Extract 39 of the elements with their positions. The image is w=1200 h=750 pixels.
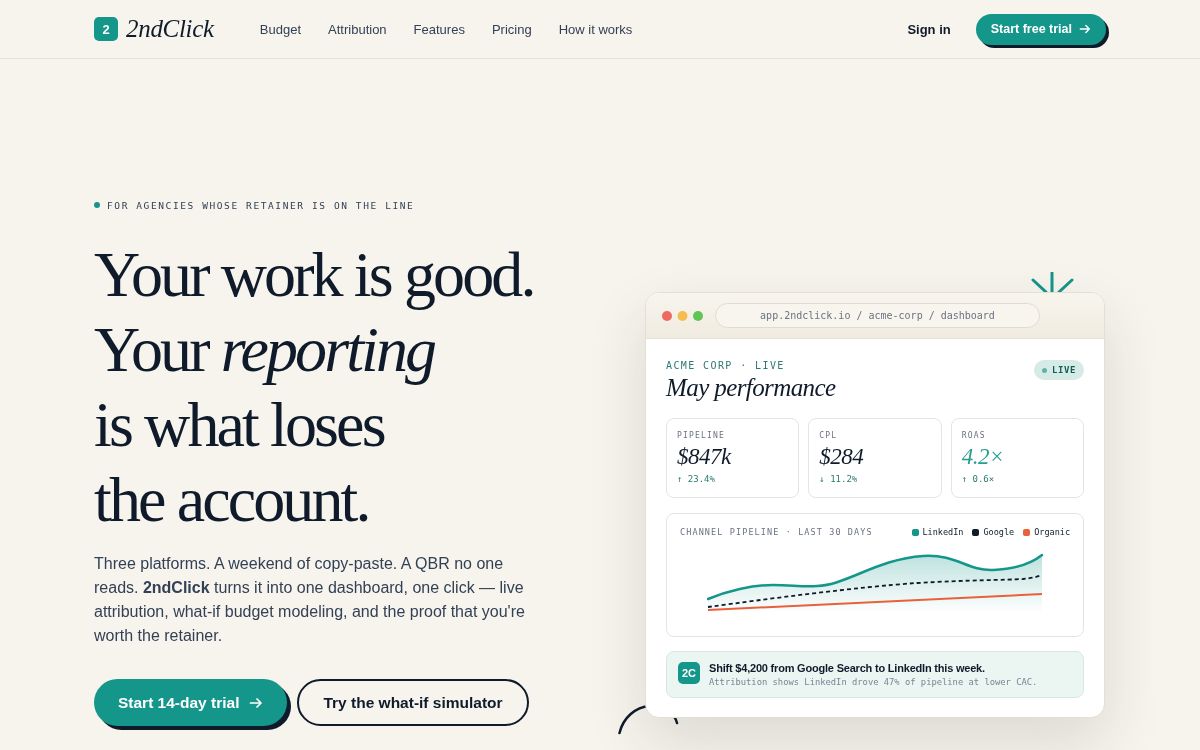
arrow-right-icon [249,695,264,710]
status-dot-icon [1041,367,1047,373]
arrow-right-icon [1079,23,1091,35]
kpi-value: $284 [819,443,864,471]
kpi-value: $847k [677,443,731,471]
hero-headline: Your work is good. Your reporting is what loses the account. [94,238,535,537]
window-controls-icon [662,310,703,321]
sign-in-link[interactable]: Sign in [907,21,951,37]
kpi-delta: ↑ 23.4% [677,474,715,484]
legend-label: LinkedIn [922,527,964,537]
legend-label: Organic [1034,527,1070,537]
kpi-label: PIPELINE [677,431,726,440]
nav-link[interactable]: How it works [558,21,633,37]
kpi-value: 4.2× [961,443,1004,471]
kpi-label: CPL [819,431,838,440]
nav-link[interactable]: Budget [259,21,302,37]
chart-title: CHANNEL PIPELINE · LAST 30 DAYS [680,527,873,537]
dashboard-title: May performance [666,373,836,403]
nav-link[interactable]: Pricing [491,21,532,37]
nav-link[interactable]: Attribution [328,21,387,37]
nav-link[interactable]: Features [413,21,465,37]
status-dot-icon [94,202,100,208]
hero-description: Three platforms. A weekend of copy-paste. A QBR no one reads. 2ndClick turns it into one dashboard, one click — live attribution, what-if budget modeling, and the proof that you're worth the retainer. [94,554,526,646]
insight-text: Attribution shows LinkedIn drove 47% of pipeline at lower CAC. [709,677,1038,687]
legend-label: Google [983,527,1015,537]
live-status-text: LIVE [1051,365,1076,375]
sparkle-icon [1030,272,1075,292]
logo-wordmark[interactable]: 2ndClick [126,15,214,43]
start-trial-button[interactable]: Start free trial [975,13,1106,45]
eyebrow-text: FOR AGENCIES WHOSE RETAINER IS ON THE LINE [107,199,415,211]
simulator-button[interactable]: Try the what-if simulator [297,679,529,726]
kpi-delta: ↑ 0.6× [961,474,995,484]
insight-title: Shift $4,200 from Google Search to LinkedIn this week. [709,662,986,674]
kpi-delta: ↓ 11.2% [819,474,858,484]
brand-badge: 2C [678,662,700,684]
account-label: ACME CORP · LIVE [666,360,786,371]
logo-mark[interactable]: 2 [94,17,118,41]
kpi-label: ROAS [961,431,986,440]
url-field[interactable]: app.2ndclick.io / acme-corp / dashboard [715,303,1040,328]
